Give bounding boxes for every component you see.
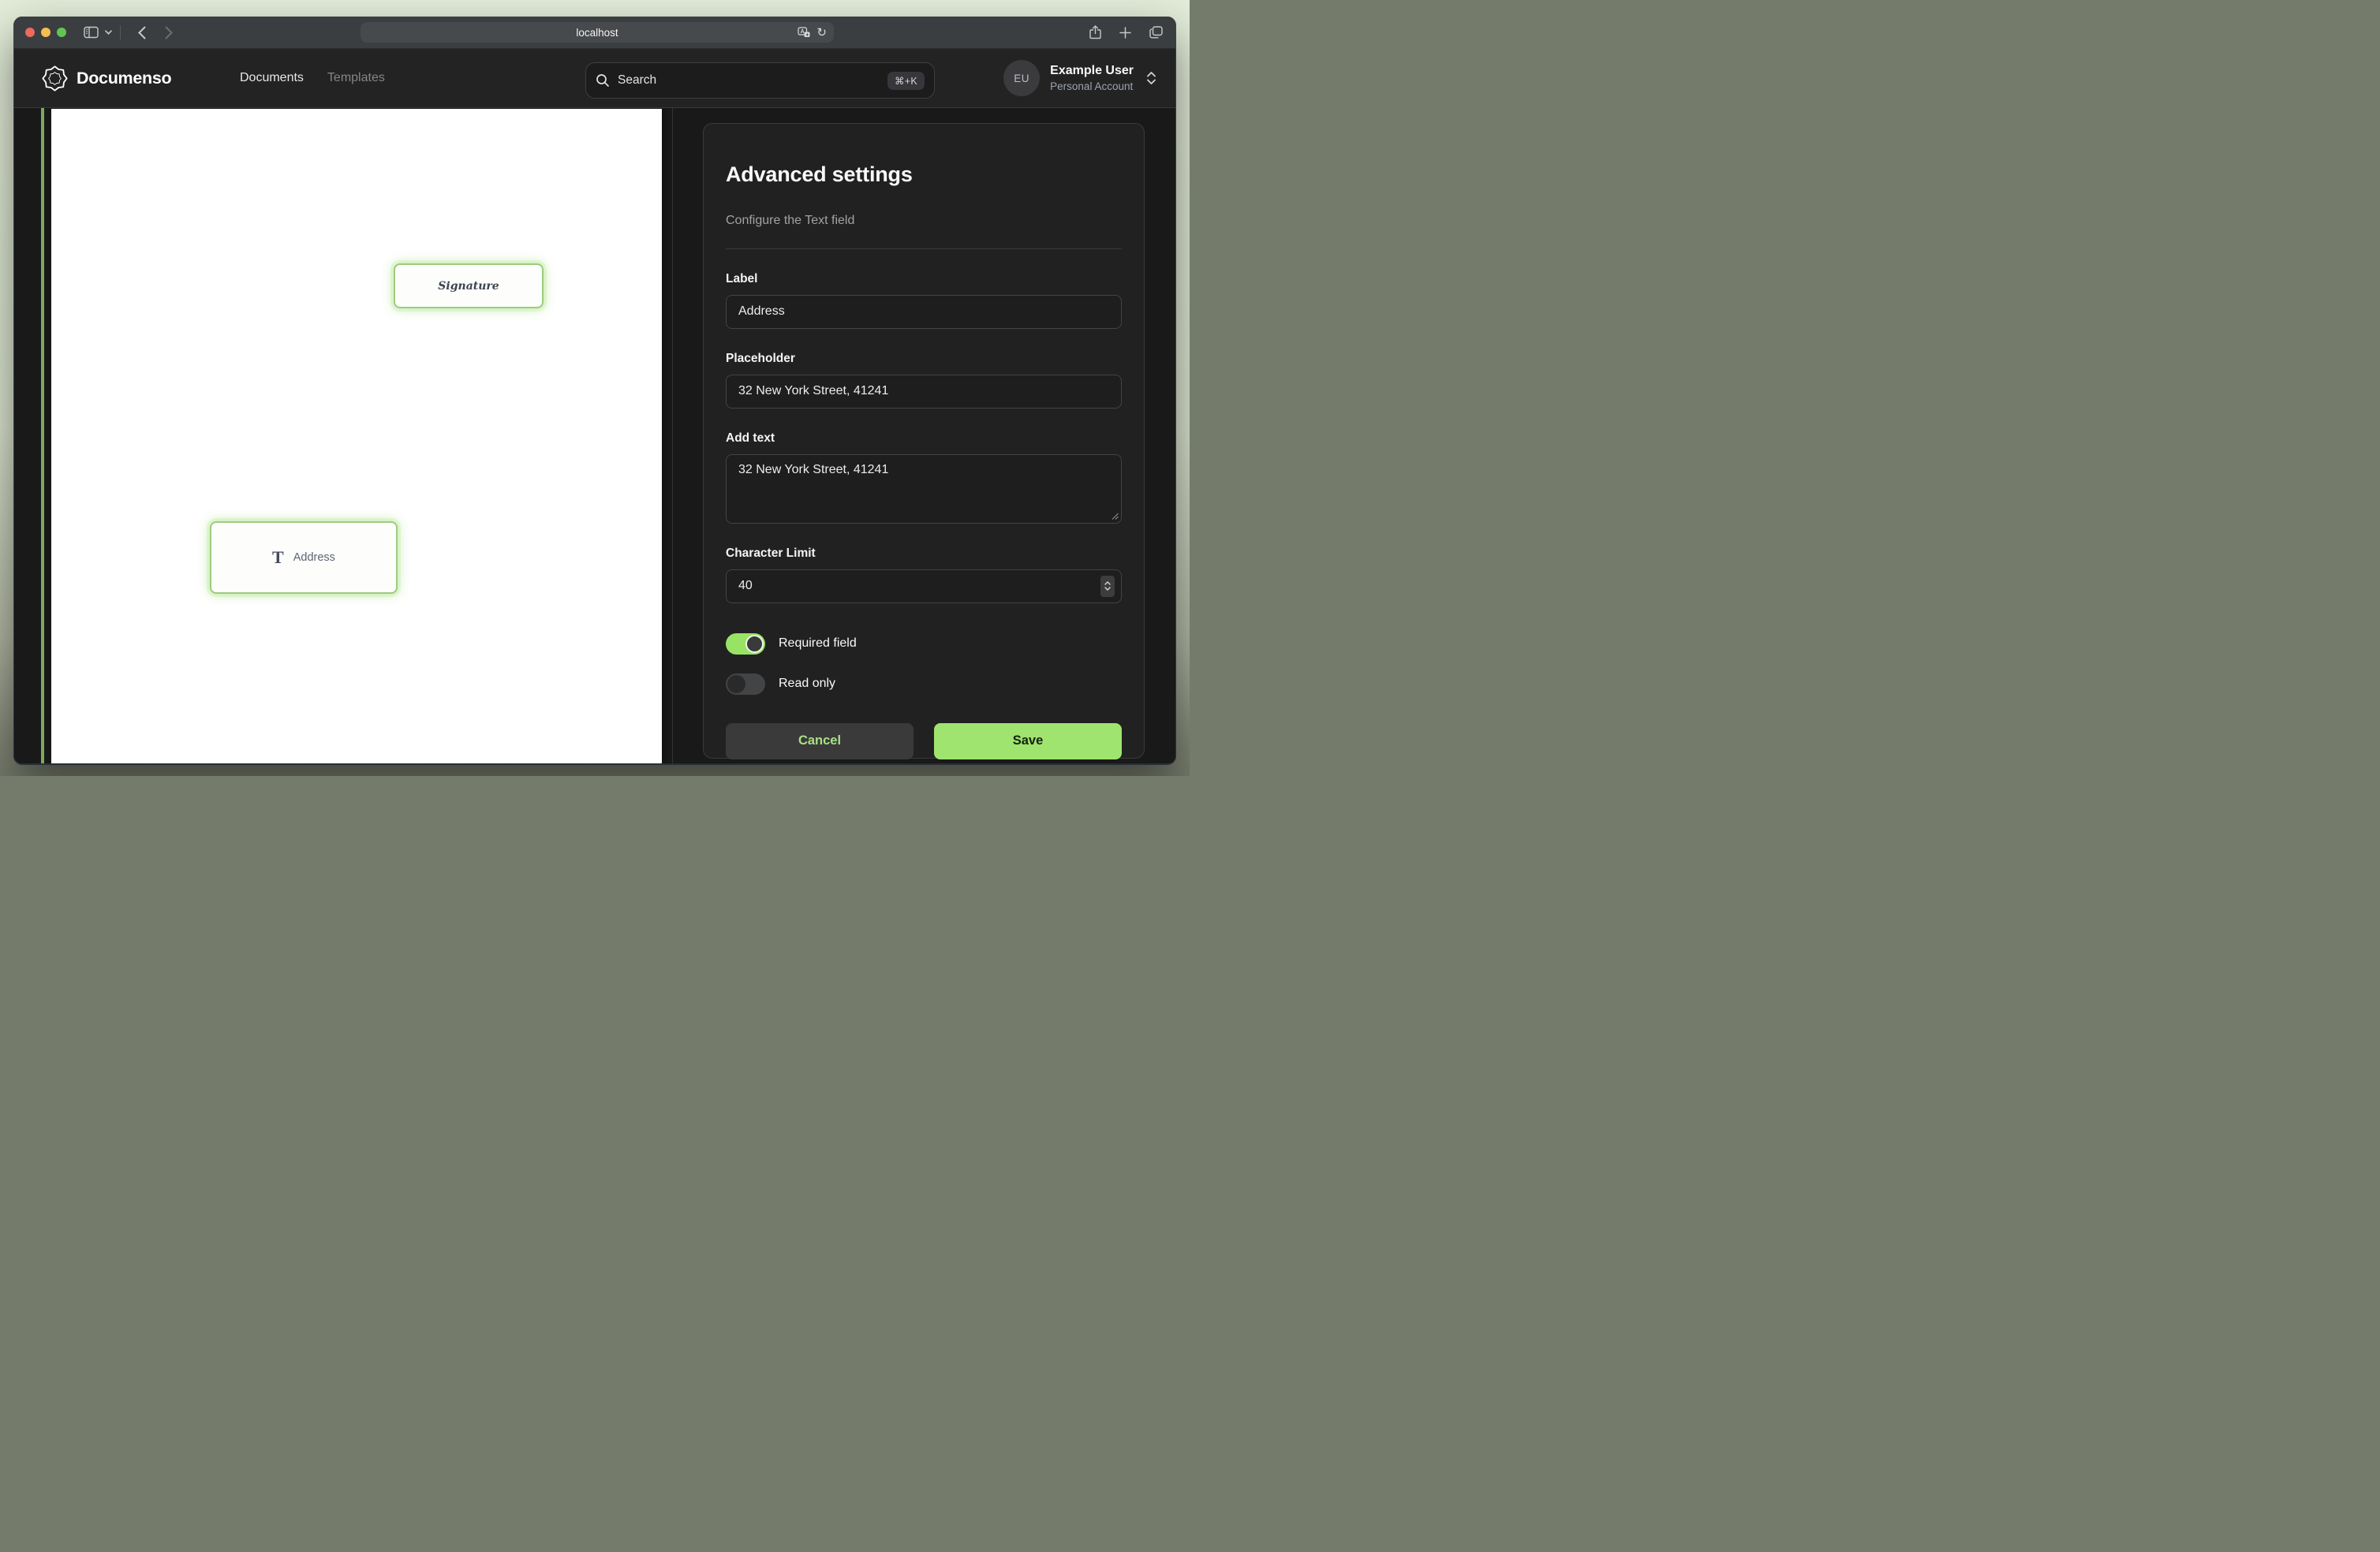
search-icon [596,73,610,88]
panel-divider [726,248,1122,249]
user-menu[interactable]: EU Example User Personal Account [1003,49,1156,107]
app-navbar: Documenso Documents Templates Search ⌘+K… [14,49,1175,108]
placeholder-input[interactable] [726,375,1122,409]
tab-overview-icon[interactable] [1149,26,1163,39]
minimize-window-button[interactable] [41,28,50,37]
textarea-resize-handle-icon[interactable] [1112,513,1119,520]
documenso-logo-icon [42,65,68,91]
advanced-settings-panel: Advanced settings Configure the Text fie… [703,123,1145,759]
search-placeholder: Search [618,73,656,88]
toggle-knob [745,635,764,653]
sidebar-icon[interactable] [84,26,99,39]
document-page: Signature T Address [51,109,662,763]
label-field-label: Label [726,272,1122,286]
text-field-label: Address [293,551,335,564]
panel-title: Advanced settings [726,162,1122,187]
text-field[interactable]: T Address [210,521,398,594]
page-accent-line [41,108,44,763]
reload-icon[interactable]: ↻ [816,27,827,39]
sidebar-chevron-down-icon[interactable] [105,30,112,35]
back-icon[interactable] [138,26,146,39]
browser-window: localhost A ✦ ↻ [14,17,1175,763]
brand[interactable]: Documenso [42,49,171,107]
read-only-toggle[interactable] [726,673,765,695]
text-field-icon: T [272,549,284,566]
stepper-down-icon[interactable] [1104,587,1111,591]
svg-text:✦: ✦ [805,33,809,38]
save-button[interactable]: Save [934,723,1122,759]
browser-toolbar: localhost A ✦ ↻ [14,17,1175,49]
svg-text:A: A [801,29,805,35]
window-controls [25,28,66,37]
character-limit-field-label: Character Limit [726,547,1122,561]
main-nav: Documents Templates [240,49,385,107]
close-window-button[interactable] [25,28,35,37]
signature-field[interactable]: Signature [394,263,544,308]
cancel-button[interactable]: Cancel [726,723,914,759]
share-icon[interactable] [1089,25,1101,39]
address-bar[interactable]: localhost A ✦ ↻ [361,22,834,43]
signature-field-label: Signature [438,280,499,293]
desktop-background: localhost A ✦ ↻ [0,0,1190,776]
read-only-toggle-label: Read only [779,677,835,691]
search-shortcut-badge: ⌘+K [887,72,925,90]
brand-name: Documenso [77,69,171,88]
label-input[interactable] [726,295,1122,329]
translate-icon[interactable]: A ✦ [798,27,810,38]
add-text-textarea[interactable]: 32 New York Street, 41241 [726,454,1122,524]
character-limit-input[interactable] [726,569,1122,603]
avatar: EU [1003,60,1040,96]
toggle-knob [727,675,745,693]
toolbar-divider [120,25,121,39]
stepper-up-icon[interactable] [1104,581,1111,585]
address-bar-url: localhost [576,27,618,39]
chevron-up-down-icon [1146,71,1156,85]
required-field-toggle-label: Required field [779,636,857,651]
user-name: Example User [1050,63,1134,79]
panel-subtitle: Configure the Text field [726,214,1122,228]
new-tab-icon[interactable] [1119,27,1131,39]
zoom-window-button[interactable] [57,28,66,37]
required-field-toggle[interactable] [726,633,765,655]
content-divider [672,108,673,763]
nav-templates[interactable]: Templates [327,71,385,85]
placeholder-field-label: Placeholder [726,352,1122,366]
add-text-field-label: Add text [726,431,1122,446]
main-content: Signature T Address Advanced settings Co… [14,108,1175,763]
user-account-type: Personal Account [1050,80,1134,94]
search-input[interactable]: Search ⌘+K [585,62,935,99]
nav-documents[interactable]: Documents [240,71,304,85]
number-stepper[interactable] [1100,576,1115,597]
forward-icon[interactable] [165,26,173,39]
